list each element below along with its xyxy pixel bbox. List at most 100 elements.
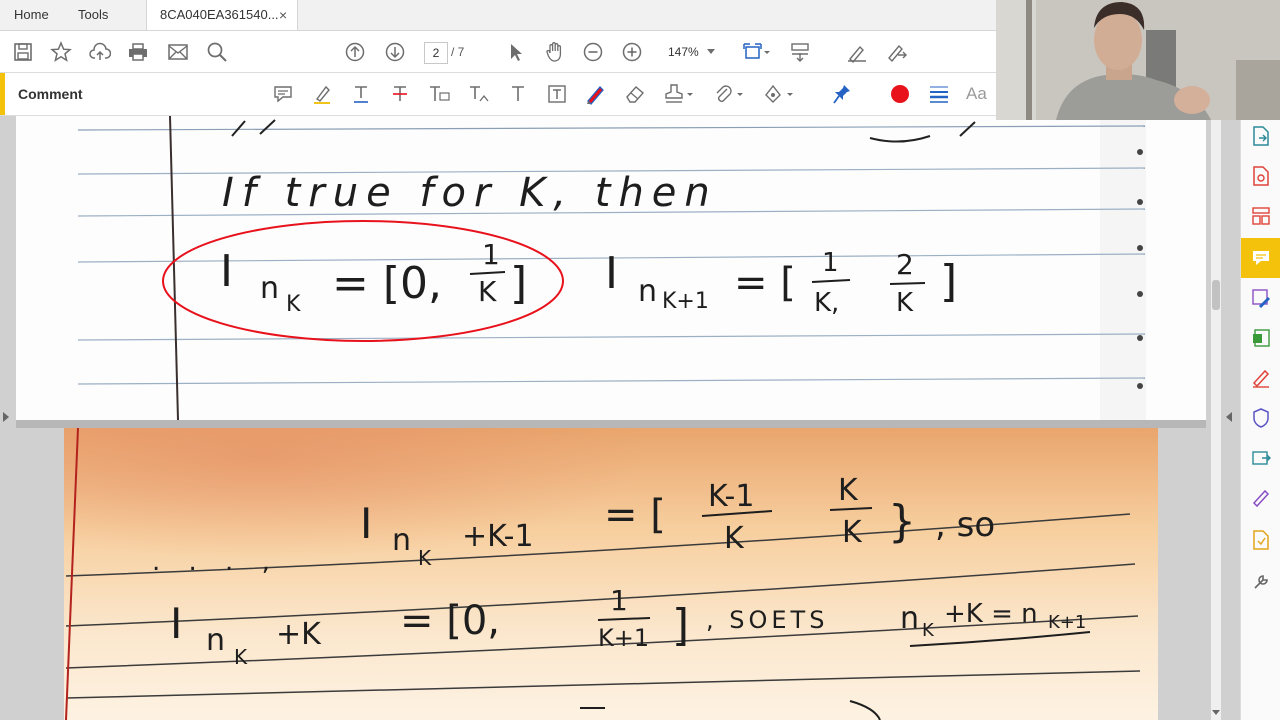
search-icon[interactable] (202, 31, 232, 72)
sign-icon[interactable] (842, 31, 872, 72)
save-icon[interactable] (8, 31, 38, 72)
cloud-upload-icon[interactable] (85, 31, 115, 72)
send-review-icon[interactable] (1241, 438, 1280, 478)
comment-tool-icon[interactable] (1241, 238, 1280, 278)
eq3-dots: . . . , (152, 547, 280, 577)
sticky-note-icon[interactable] (268, 73, 298, 115)
eq2-k1: K+1 (662, 289, 709, 314)
eq4-k: K (234, 645, 248, 669)
eq4-plus: +K (276, 617, 322, 652)
note-line-if-true: If true for K, then (222, 170, 718, 216)
zoom-level-select[interactable]: 147% (662, 42, 720, 62)
replace-text-icon[interactable] (424, 73, 454, 115)
vertical-scrollbar[interactable] (1211, 116, 1221, 720)
document-pages: If true for K, then I n K = [0, 1 K ] I … (0, 116, 1240, 720)
eq3-plus: +K-1 (462, 519, 534, 554)
eq4-equals: = [0, (400, 598, 500, 644)
hand-tool-icon[interactable] (540, 31, 570, 72)
eq3-equals: = [ (604, 492, 666, 538)
eq4-bracket: ] (672, 600, 689, 651)
notebook-page-2: . . . , I n K +K-1 = [ K-1 K K K } , so … (64, 427, 1158, 720)
signature-icon[interactable] (1241, 478, 1280, 518)
tab-home[interactable]: Home (14, 0, 49, 30)
export-pdf-icon[interactable] (1241, 116, 1280, 156)
zoom-in-icon[interactable] (617, 31, 647, 72)
eq2-I: I (605, 248, 618, 299)
highlight-icon[interactable] (307, 73, 337, 115)
right-tools-panel (1240, 116, 1280, 720)
right-panel-toggle-icon[interactable] (1226, 412, 1232, 422)
eq4-frac-den: K+1 (598, 624, 649, 652)
line-thickness-icon[interactable] (924, 73, 954, 115)
eq2-frac1-num: 1 (822, 248, 839, 278)
chevron-down-icon (707, 49, 715, 54)
tab-bar: Home Tools 8CA040EA361540... × (0, 0, 1000, 31)
add-text-icon[interactable] (503, 73, 533, 115)
export-excel-icon[interactable] (1241, 318, 1280, 358)
eq1-I: I (220, 246, 233, 297)
close-icon[interactable]: × (279, 0, 287, 30)
scroll-down-icon[interactable] (1212, 710, 1220, 715)
protect-shield-icon[interactable] (1241, 398, 1280, 438)
eq1-rhs: = [0, (332, 258, 442, 309)
pin-icon[interactable] (827, 73, 857, 115)
eq4-n: n (206, 623, 225, 658)
eq3-I: I (360, 499, 372, 548)
notebook-page-1: If true for K, then I n K = [0, 1 K ] I … (16, 116, 1206, 421)
eq4-nk: K (922, 620, 935, 641)
document-viewer[interactable]: If true for K, then I n K = [0, 1 K ] I … (0, 116, 1240, 720)
shape-tools-icon[interactable] (760, 73, 796, 115)
zoom-out-icon[interactable] (578, 31, 608, 72)
eq1-n: n (260, 271, 279, 306)
color-picker-icon[interactable] (885, 73, 915, 115)
next-page-icon[interactable] (380, 31, 410, 72)
text-box-icon[interactable] (542, 73, 572, 115)
eq3-frac2-den: K (842, 515, 863, 550)
eraser-icon[interactable] (620, 73, 650, 115)
fit-page-icon[interactable] (738, 31, 774, 72)
tab-document[interactable]: 8CA040EA361540... × (146, 0, 298, 30)
eq3-frac2-num: K (838, 473, 859, 508)
eq1-k: K (286, 292, 301, 317)
text-size-button[interactable]: Aa (966, 73, 987, 115)
insert-text-icon[interactable] (464, 73, 494, 115)
eq1-bracket: ] (510, 258, 527, 309)
eq3-k: K (418, 546, 432, 570)
strikethrough-icon[interactable] (385, 73, 415, 115)
eq4-nk1: K+1 (1048, 612, 1086, 633)
more-tools-icon[interactable] (1241, 562, 1280, 602)
page-total: / 7 (451, 45, 465, 59)
previous-page-icon[interactable] (340, 31, 370, 72)
main-toolbar: 2 / 7 147% (0, 31, 1000, 73)
eq2-frac2-num: 2 (896, 248, 914, 281)
eq3-n: n (392, 523, 411, 558)
organize-pages-icon[interactable] (1241, 196, 1280, 236)
create-pdf-icon[interactable] (1241, 156, 1280, 196)
underline-text-icon[interactable] (346, 73, 376, 115)
eq2-frac2-den: K (896, 288, 914, 318)
mail-icon[interactable] (163, 31, 193, 72)
pencil-draw-icon[interactable] (580, 73, 610, 115)
star-icon[interactable] (46, 31, 76, 72)
page-number-input[interactable]: 2 (424, 42, 448, 64)
fill-sign-icon[interactable] (1241, 358, 1280, 398)
send-sign-icon[interactable] (882, 31, 912, 72)
eq4-I: I (170, 599, 182, 648)
eq1-frac-den: K (478, 275, 497, 308)
tab-document-title: 8CA040EA361540... (160, 7, 279, 22)
attach-file-icon[interactable] (710, 73, 746, 115)
edit-pdf-icon[interactable] (1241, 278, 1280, 318)
eq3-frac1-num: K-1 (708, 479, 754, 514)
print-icon[interactable] (123, 31, 153, 72)
comment-label: Comment (18, 86, 83, 102)
scrollbar-thumb[interactable] (1212, 280, 1220, 310)
zoom-level-value: 147% (668, 45, 699, 59)
eq3-so: , so (935, 505, 995, 545)
select-arrow-icon[interactable] (501, 31, 531, 72)
export-file-icon[interactable] (1241, 520, 1280, 560)
tab-tools[interactable]: Tools (78, 0, 108, 30)
left-panel-toggle-icon[interactable] (3, 412, 9, 422)
scroll-mode-icon[interactable] (785, 31, 815, 72)
stamp-icon[interactable] (660, 73, 696, 115)
eq4-frac-num: 1 (610, 584, 628, 617)
